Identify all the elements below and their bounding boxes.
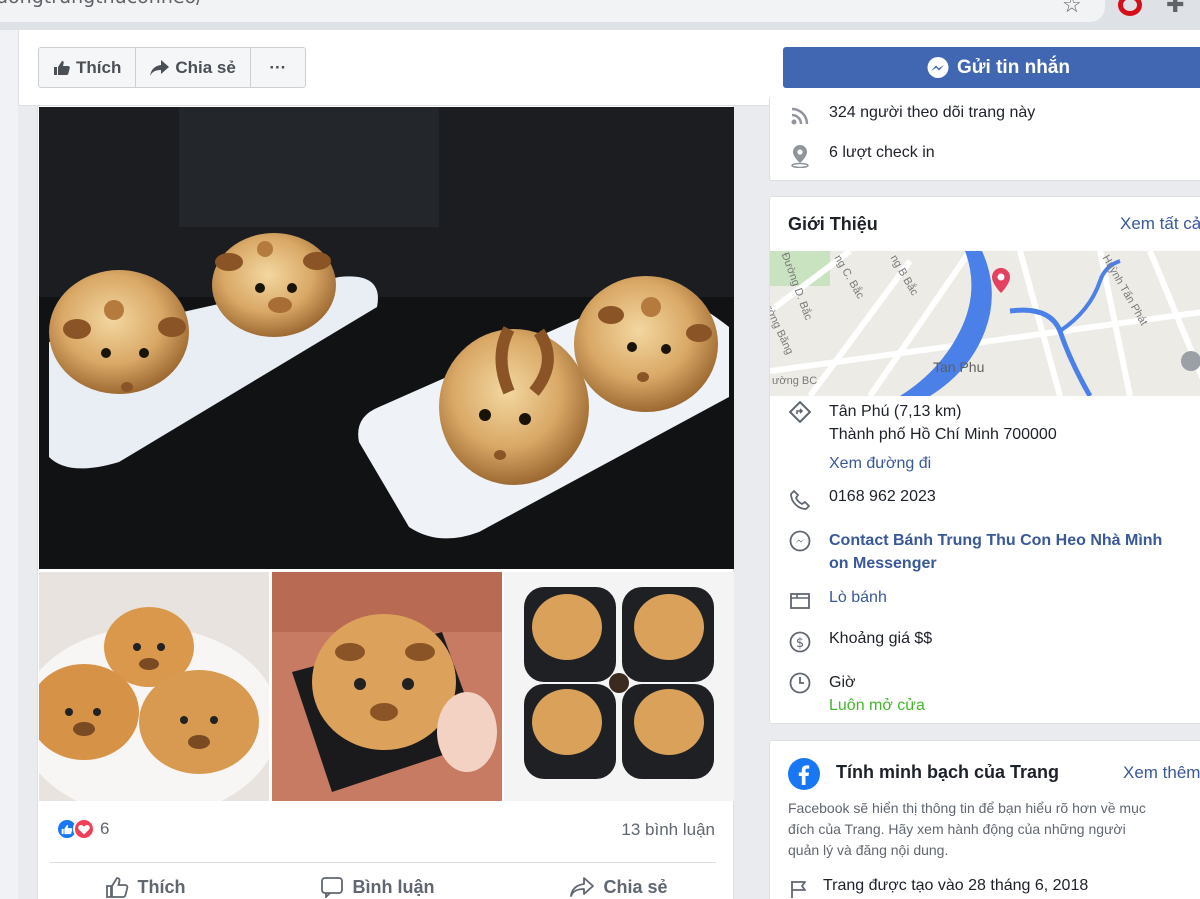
page-created-row: Trang được tạo vào 28 tháng 6, 2018 bbox=[788, 877, 1088, 899]
phone-number[interactable]: 0168 962 2023 bbox=[829, 488, 936, 506]
messenger-icon bbox=[927, 56, 949, 78]
map-district-label: Tan Phu bbox=[933, 359, 985, 375]
post-thumbnail-3[interactable] bbox=[504, 572, 734, 801]
pig-mooncakes-photo bbox=[39, 107, 734, 569]
reaction-count: 6 bbox=[100, 819, 110, 838]
share-arrow-icon bbox=[150, 59, 170, 76]
category-row: Lò bánh bbox=[788, 589, 887, 613]
facebook-logo-icon bbox=[788, 758, 820, 790]
left-gutter bbox=[0, 30, 18, 899]
address-bar[interactable]: uongtrungthuconheo/ bbox=[0, 0, 1105, 22]
address-line-2: Thành phố Hồ Chí Minh 700000 bbox=[829, 426, 1057, 443]
like-page-label: Thích bbox=[76, 57, 122, 77]
post-card: 6 13 bình luận Thích Bình luận Chia sẻ bbox=[37, 106, 734, 899]
hours-label: Giờ bbox=[829, 674, 856, 691]
post-share-label: Chia sẻ bbox=[603, 876, 668, 897]
four-pig-buns-photo bbox=[504, 572, 734, 801]
post-comment-button[interactable]: Bình luận bbox=[320, 876, 434, 898]
post-share-button[interactable]: Chia sẻ bbox=[569, 876, 667, 898]
address-line-1: Tân Phú (7,13 km) bbox=[829, 403, 962, 420]
transparency-see-more-link[interactable]: Xem thêm bbox=[1123, 763, 1200, 783]
thumbs-up-icon bbox=[54, 60, 70, 75]
share-outline-icon bbox=[570, 877, 595, 897]
followers-text: 324 người theo dõi trang này bbox=[829, 104, 1036, 121]
comment-icon bbox=[321, 877, 344, 898]
clock-icon bbox=[788, 671, 812, 695]
price-row: $ Khoảng giá $$ bbox=[788, 630, 932, 654]
storefront-icon bbox=[788, 589, 812, 613]
phone-row: 0168 962 2023 bbox=[788, 488, 936, 512]
map-street-label: ường BC bbox=[772, 375, 818, 387]
page-created-text: Trang được tạo vào 28 tháng 6, 2018 bbox=[823, 877, 1089, 894]
post-comment-label: Bình luận bbox=[352, 876, 435, 897]
phone-icon bbox=[788, 488, 812, 512]
address-url[interactable]: uongtrungthuconheo/ bbox=[0, 0, 203, 8]
category-link[interactable]: Lò bánh bbox=[829, 589, 887, 607]
map-graphic bbox=[770, 251, 1200, 396]
reaction-summary[interactable]: 6 bbox=[56, 818, 109, 840]
transparency-description: Facebook sẽ hiển thị thông tin để bạn hi… bbox=[788, 798, 1200, 861]
post-thumbnail-2[interactable] bbox=[272, 572, 502, 801]
share-page-button[interactable]: Chia sẻ bbox=[136, 48, 251, 87]
opera-icon[interactable] bbox=[1118, 0, 1142, 16]
address-row: Tân Phú (7,13 km) Thành phố Hồ Chí Minh … bbox=[788, 400, 1057, 475]
about-see-all-link[interactable]: Xem tất cả bbox=[1120, 214, 1200, 234]
page-stats-card: 324 người theo dõi trang này 6 lượt chec… bbox=[769, 96, 1200, 181]
page-action-bar: Thích Chia sẻ ··· Gửi tin nhắn bbox=[18, 30, 1200, 106]
post-like-button[interactable]: Thích bbox=[105, 876, 185, 898]
transparency-desc-line-2: đích của Trang. Hãy xem hành động của nh… bbox=[788, 821, 1126, 837]
checkins-row: 6 lượt check in bbox=[788, 144, 935, 168]
post-like-label: Thích bbox=[137, 876, 186, 897]
directions-icon bbox=[788, 400, 812, 424]
post-divider bbox=[50, 862, 716, 863]
boxed-pig-bun-photo bbox=[272, 572, 502, 801]
send-message-button[interactable]: Gửi tin nhắn bbox=[783, 47, 1200, 88]
more-options-button[interactable]: ··· bbox=[251, 48, 305, 87]
flag-icon bbox=[788, 877, 812, 899]
dollar-circle-icon: $ bbox=[788, 630, 812, 654]
browser-toolbar: uongtrungthuconheo/ ☆ ✚ bbox=[0, 0, 1200, 30]
puzzle-icon[interactable]: ✚ bbox=[1166, 0, 1184, 18]
love-reaction-icon bbox=[73, 818, 95, 840]
share-page-label: Chia sẻ bbox=[175, 57, 236, 77]
thumbs-up-outline-icon bbox=[106, 877, 129, 898]
messenger-contact-link-suffix[interactable]: on Messenger bbox=[829, 552, 1162, 575]
checkins-text: 6 lượt check in bbox=[829, 144, 935, 161]
messenger-contact-link[interactable]: Contact Bánh Trung Thu Con Heo Nhà Mình bbox=[829, 529, 1162, 552]
like-page-button[interactable]: Thích bbox=[39, 48, 137, 87]
transparency-desc-line-1: Facebook sẽ hiển thị thông tin để bạn hi… bbox=[788, 800, 1146, 816]
messenger-outline-icon bbox=[788, 529, 812, 553]
about-title: Giới Thiệu bbox=[788, 214, 878, 234]
send-message-label: Gửi tin nhắn bbox=[957, 56, 1070, 78]
hours-status: Luôn mở cửa bbox=[829, 697, 925, 714]
page-transparency-card: Tính minh bạch của Trang Xem thêm Facebo… bbox=[769, 740, 1200, 899]
comment-count-link[interactable]: 13 bình luận bbox=[621, 820, 715, 840]
location-pin-icon bbox=[788, 144, 812, 168]
svg-text:$: $ bbox=[796, 636, 804, 651]
post-main-photo[interactable] bbox=[39, 107, 734, 569]
post-thumbnail-1[interactable] bbox=[39, 572, 269, 801]
transparency-title: Tính minh bạch của Trang bbox=[836, 762, 1060, 782]
followers-row: 324 người theo dõi trang này bbox=[788, 104, 1035, 128]
page-button-group: Thích Chia sẻ ··· bbox=[38, 47, 306, 88]
price-range: Khoảng giá $$ bbox=[829, 630, 933, 647]
location-map[interactable]: Đường D. Bắc ng C. Bắc ng B Bắc Huỳnh Tấ… bbox=[770, 251, 1200, 396]
more-options-label: ··· bbox=[269, 57, 287, 77]
directions-link[interactable]: Xem đường đi bbox=[829, 452, 1057, 475]
transparency-desc-line-3: quản lý và đăng nội dung. bbox=[788, 842, 949, 858]
hours-row: Giờ Luôn mở cửa bbox=[788, 671, 925, 717]
about-card: Giới Thiệu Xem tất cả Đường D. Bắc ng C.… bbox=[769, 196, 1200, 724]
star-icon[interactable]: ☆ bbox=[1062, 0, 1082, 18]
messenger-row: Contact Bánh Trung Thu Con Heo Nhà Mình … bbox=[788, 529, 1162, 575]
pig-buns-plate-photo bbox=[39, 572, 269, 801]
rss-icon bbox=[788, 104, 812, 128]
post-action-bar: Thích Bình luận Chia sẻ bbox=[38, 876, 735, 898]
